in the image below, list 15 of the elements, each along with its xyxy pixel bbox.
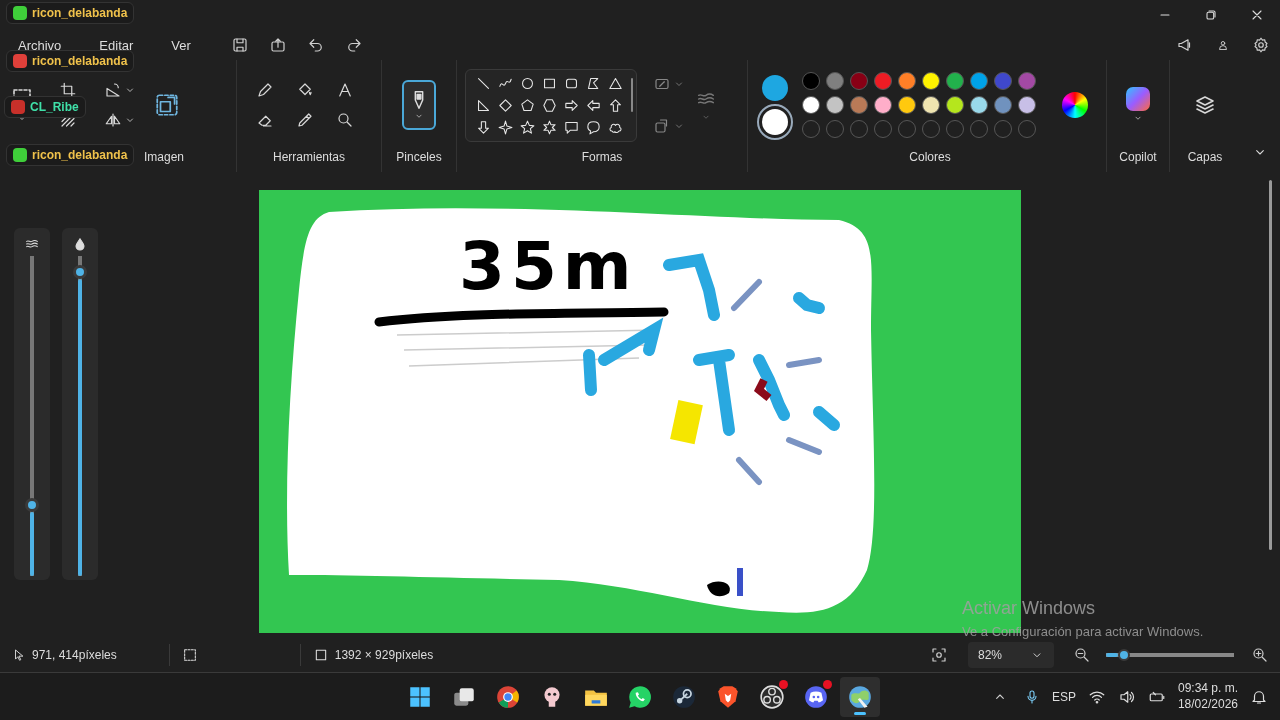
activation-title: Activar Windows — [962, 598, 1097, 619]
group-label: Pinceles — [396, 149, 442, 166]
group-label: Capas — [1187, 149, 1223, 166]
username: ricon_delabanda — [32, 6, 128, 20]
group-label: Herramientas — [272, 149, 346, 166]
group-label: Copilot — [1119, 149, 1157, 166]
username: ricon_delabanda — [32, 54, 128, 68]
handwritten-text: 35m — [459, 234, 638, 300]
username: ricon_delabanda — [32, 148, 128, 162]
group-label: Imagen — [143, 149, 184, 166]
username: CL_Ribe — [30, 100, 79, 114]
cursor-position: 971, 414píxeles — [32, 648, 117, 662]
group-label: Colores — [908, 149, 952, 166]
group-label: Formas — [580, 149, 624, 166]
canvas-size: 1392 × 929píxeles — [334, 648, 434, 662]
